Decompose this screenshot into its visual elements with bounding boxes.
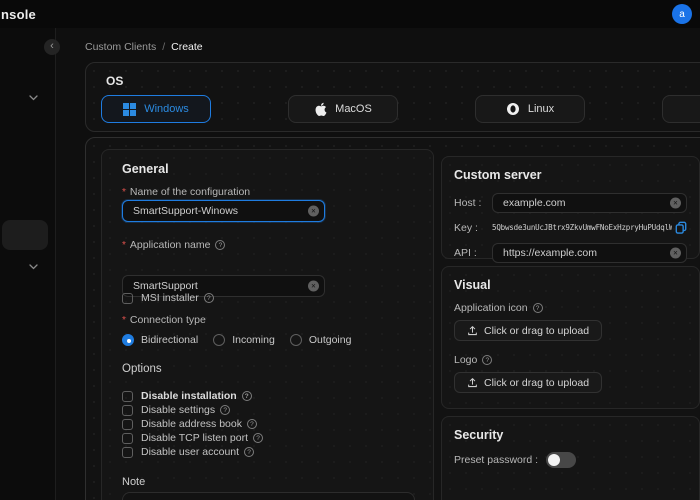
help-icon[interactable] bbox=[241, 391, 252, 401]
key-value: 5Qbwsde3unUcJBtrx9ZkvUmwFNoExHzpryHuPUdq… bbox=[492, 223, 672, 232]
breadcrumb-separator: / bbox=[162, 41, 166, 53]
preset-password-toggle[interactable] bbox=[546, 452, 577, 468]
top-bar: nsole a bbox=[0, 0, 700, 28]
copy-icon[interactable] bbox=[675, 221, 687, 234]
api-row: API : bbox=[454, 242, 687, 263]
os-button-label: MacOS bbox=[335, 103, 372, 115]
upload-icon bbox=[468, 326, 477, 336]
connection-type-radio-group: Bidirectional Incoming Outgoing bbox=[122, 334, 351, 346]
os-card: OS Windows MacOS Linux bbox=[85, 62, 700, 132]
required-marker: * bbox=[122, 314, 126, 326]
disable-tcp-listen-port-checkbox[interactable] bbox=[122, 432, 133, 444]
disable-settings-checkbox[interactable] bbox=[122, 404, 133, 416]
note-label: Note bbox=[122, 476, 146, 488]
help-icon[interactable] bbox=[244, 447, 255, 457]
general-panel: General * Name of the configuration * Ap… bbox=[101, 149, 434, 500]
key-label: Key : bbox=[454, 221, 478, 234]
host-row: Host : bbox=[454, 192, 687, 213]
windows-icon bbox=[123, 102, 137, 116]
disable-address-book-checkbox[interactable] bbox=[122, 418, 133, 430]
radio-icon bbox=[289, 334, 302, 346]
os-options-row: Windows MacOS Linux bbox=[101, 95, 700, 123]
sidebar bbox=[0, 28, 56, 500]
api-label: API : bbox=[454, 246, 477, 259]
sidebar-collapse-button[interactable]: ‹ bbox=[44, 39, 60, 55]
os-card-title: OS bbox=[106, 74, 124, 88]
note-textarea[interactable] bbox=[122, 492, 415, 500]
app-window: nsole a ‹ Custom Clients / Create OS Win… bbox=[0, 0, 700, 500]
radio-bidirectional[interactable]: Bidirectional bbox=[122, 334, 198, 346]
chevron-down-icon[interactable] bbox=[29, 95, 38, 101]
general-title: General bbox=[122, 162, 169, 176]
option-disable-tcp-listen-port: Disable TCP listen port bbox=[122, 432, 263, 444]
preset-password-row: Preset password : bbox=[454, 452, 687, 468]
app-title: nsole bbox=[1, 6, 36, 22]
help-icon[interactable] bbox=[220, 405, 231, 415]
host-label: Host : bbox=[454, 196, 482, 209]
clear-icon[interactable] bbox=[308, 205, 319, 217]
toggle-knob bbox=[548, 454, 561, 466]
visual-panel: Visual Application icon Click or drag to… bbox=[441, 266, 700, 409]
os-button-android[interactable] bbox=[662, 95, 700, 123]
right-column: Custom server Host : Key : 5Qbwsde3unUcJ… bbox=[441, 156, 700, 500]
custom-server-panel: Custom server Host : Key : 5Qbwsde3unUcJ… bbox=[441, 156, 700, 263]
chevron-down-icon[interactable] bbox=[29, 264, 38, 270]
logo-label: Logo bbox=[454, 354, 687, 366]
help-icon[interactable] bbox=[482, 355, 493, 365]
user-avatar[interactable]: a bbox=[672, 4, 692, 24]
option-disable-user-account: Disable user account bbox=[122, 446, 255, 458]
security-title: Security bbox=[454, 428, 504, 442]
breadcrumb-current: Create bbox=[171, 41, 203, 53]
os-button-windows[interactable]: Windows bbox=[101, 95, 211, 123]
api-input[interactable] bbox=[492, 242, 687, 263]
host-input[interactable] bbox=[492, 192, 687, 213]
breadcrumb: Custom Clients / Create bbox=[85, 41, 203, 53]
required-marker: * bbox=[122, 186, 126, 198]
os-button-macos[interactable]: MacOS bbox=[288, 95, 398, 123]
key-row: Key : 5Qbwsde3unUcJBtrx9ZkvUmwFNoExHzpry… bbox=[454, 217, 687, 238]
preset-password-label: Preset password : bbox=[454, 454, 539, 466]
connection-type-label: * Connection type bbox=[122, 314, 206, 326]
help-icon[interactable] bbox=[215, 240, 226, 250]
required-marker: * bbox=[122, 239, 126, 251]
config-name-field-wrap bbox=[122, 200, 325, 222]
security-panel: Security Preset password : bbox=[441, 416, 700, 500]
help-icon[interactable] bbox=[532, 303, 543, 313]
radio-outgoing[interactable]: Outgoing bbox=[289, 334, 351, 346]
help-icon[interactable] bbox=[246, 419, 257, 429]
os-button-linux[interactable]: Linux bbox=[475, 95, 585, 123]
os-button-label: Linux bbox=[527, 103, 555, 115]
msi-installer-row: MSI installer bbox=[122, 292, 214, 304]
option-disable-address-book: Disable address book bbox=[122, 418, 257, 430]
visual-title: Visual bbox=[454, 278, 491, 292]
config-name-input[interactable] bbox=[122, 200, 325, 222]
application-icon-upload-button[interactable]: Click or drag to upload bbox=[454, 320, 603, 341]
create-form-card: General * Name of the configuration * Ap… bbox=[85, 137, 700, 500]
config-name-label: * Name of the configuration bbox=[122, 186, 251, 198]
upload-icon bbox=[468, 378, 477, 388]
disable-installation-checkbox[interactable] bbox=[122, 390, 133, 402]
custom-server-title: Custom server bbox=[454, 168, 542, 182]
disable-user-account-checkbox[interactable] bbox=[122, 446, 133, 458]
application-icon-label: Application icon bbox=[454, 302, 687, 314]
options-title: Options bbox=[122, 363, 162, 375]
radio-icon bbox=[122, 334, 134, 346]
apple-icon bbox=[315, 102, 327, 116]
clear-icon[interactable] bbox=[670, 197, 681, 208]
option-disable-settings: Disable settings bbox=[122, 404, 231, 416]
application-name-label: * Application name bbox=[122, 239, 226, 251]
msi-installer-checkbox[interactable] bbox=[122, 292, 133, 304]
logo-upload-button[interactable]: Click or drag to upload bbox=[454, 372, 603, 393]
help-icon[interactable] bbox=[253, 433, 263, 443]
sidebar-item-selected[interactable] bbox=[2, 220, 48, 250]
help-icon[interactable] bbox=[203, 293, 214, 303]
option-disable-installation: Disable installation bbox=[122, 390, 252, 402]
radio-incoming[interactable]: Incoming bbox=[213, 334, 275, 346]
breadcrumb-parent[interactable]: Custom Clients bbox=[85, 41, 156, 53]
clear-icon[interactable] bbox=[670, 247, 681, 258]
radio-icon bbox=[213, 334, 226, 346]
clear-icon[interactable] bbox=[308, 280, 319, 292]
linux-icon bbox=[506, 103, 519, 115]
os-button-label: Windows bbox=[144, 103, 189, 115]
